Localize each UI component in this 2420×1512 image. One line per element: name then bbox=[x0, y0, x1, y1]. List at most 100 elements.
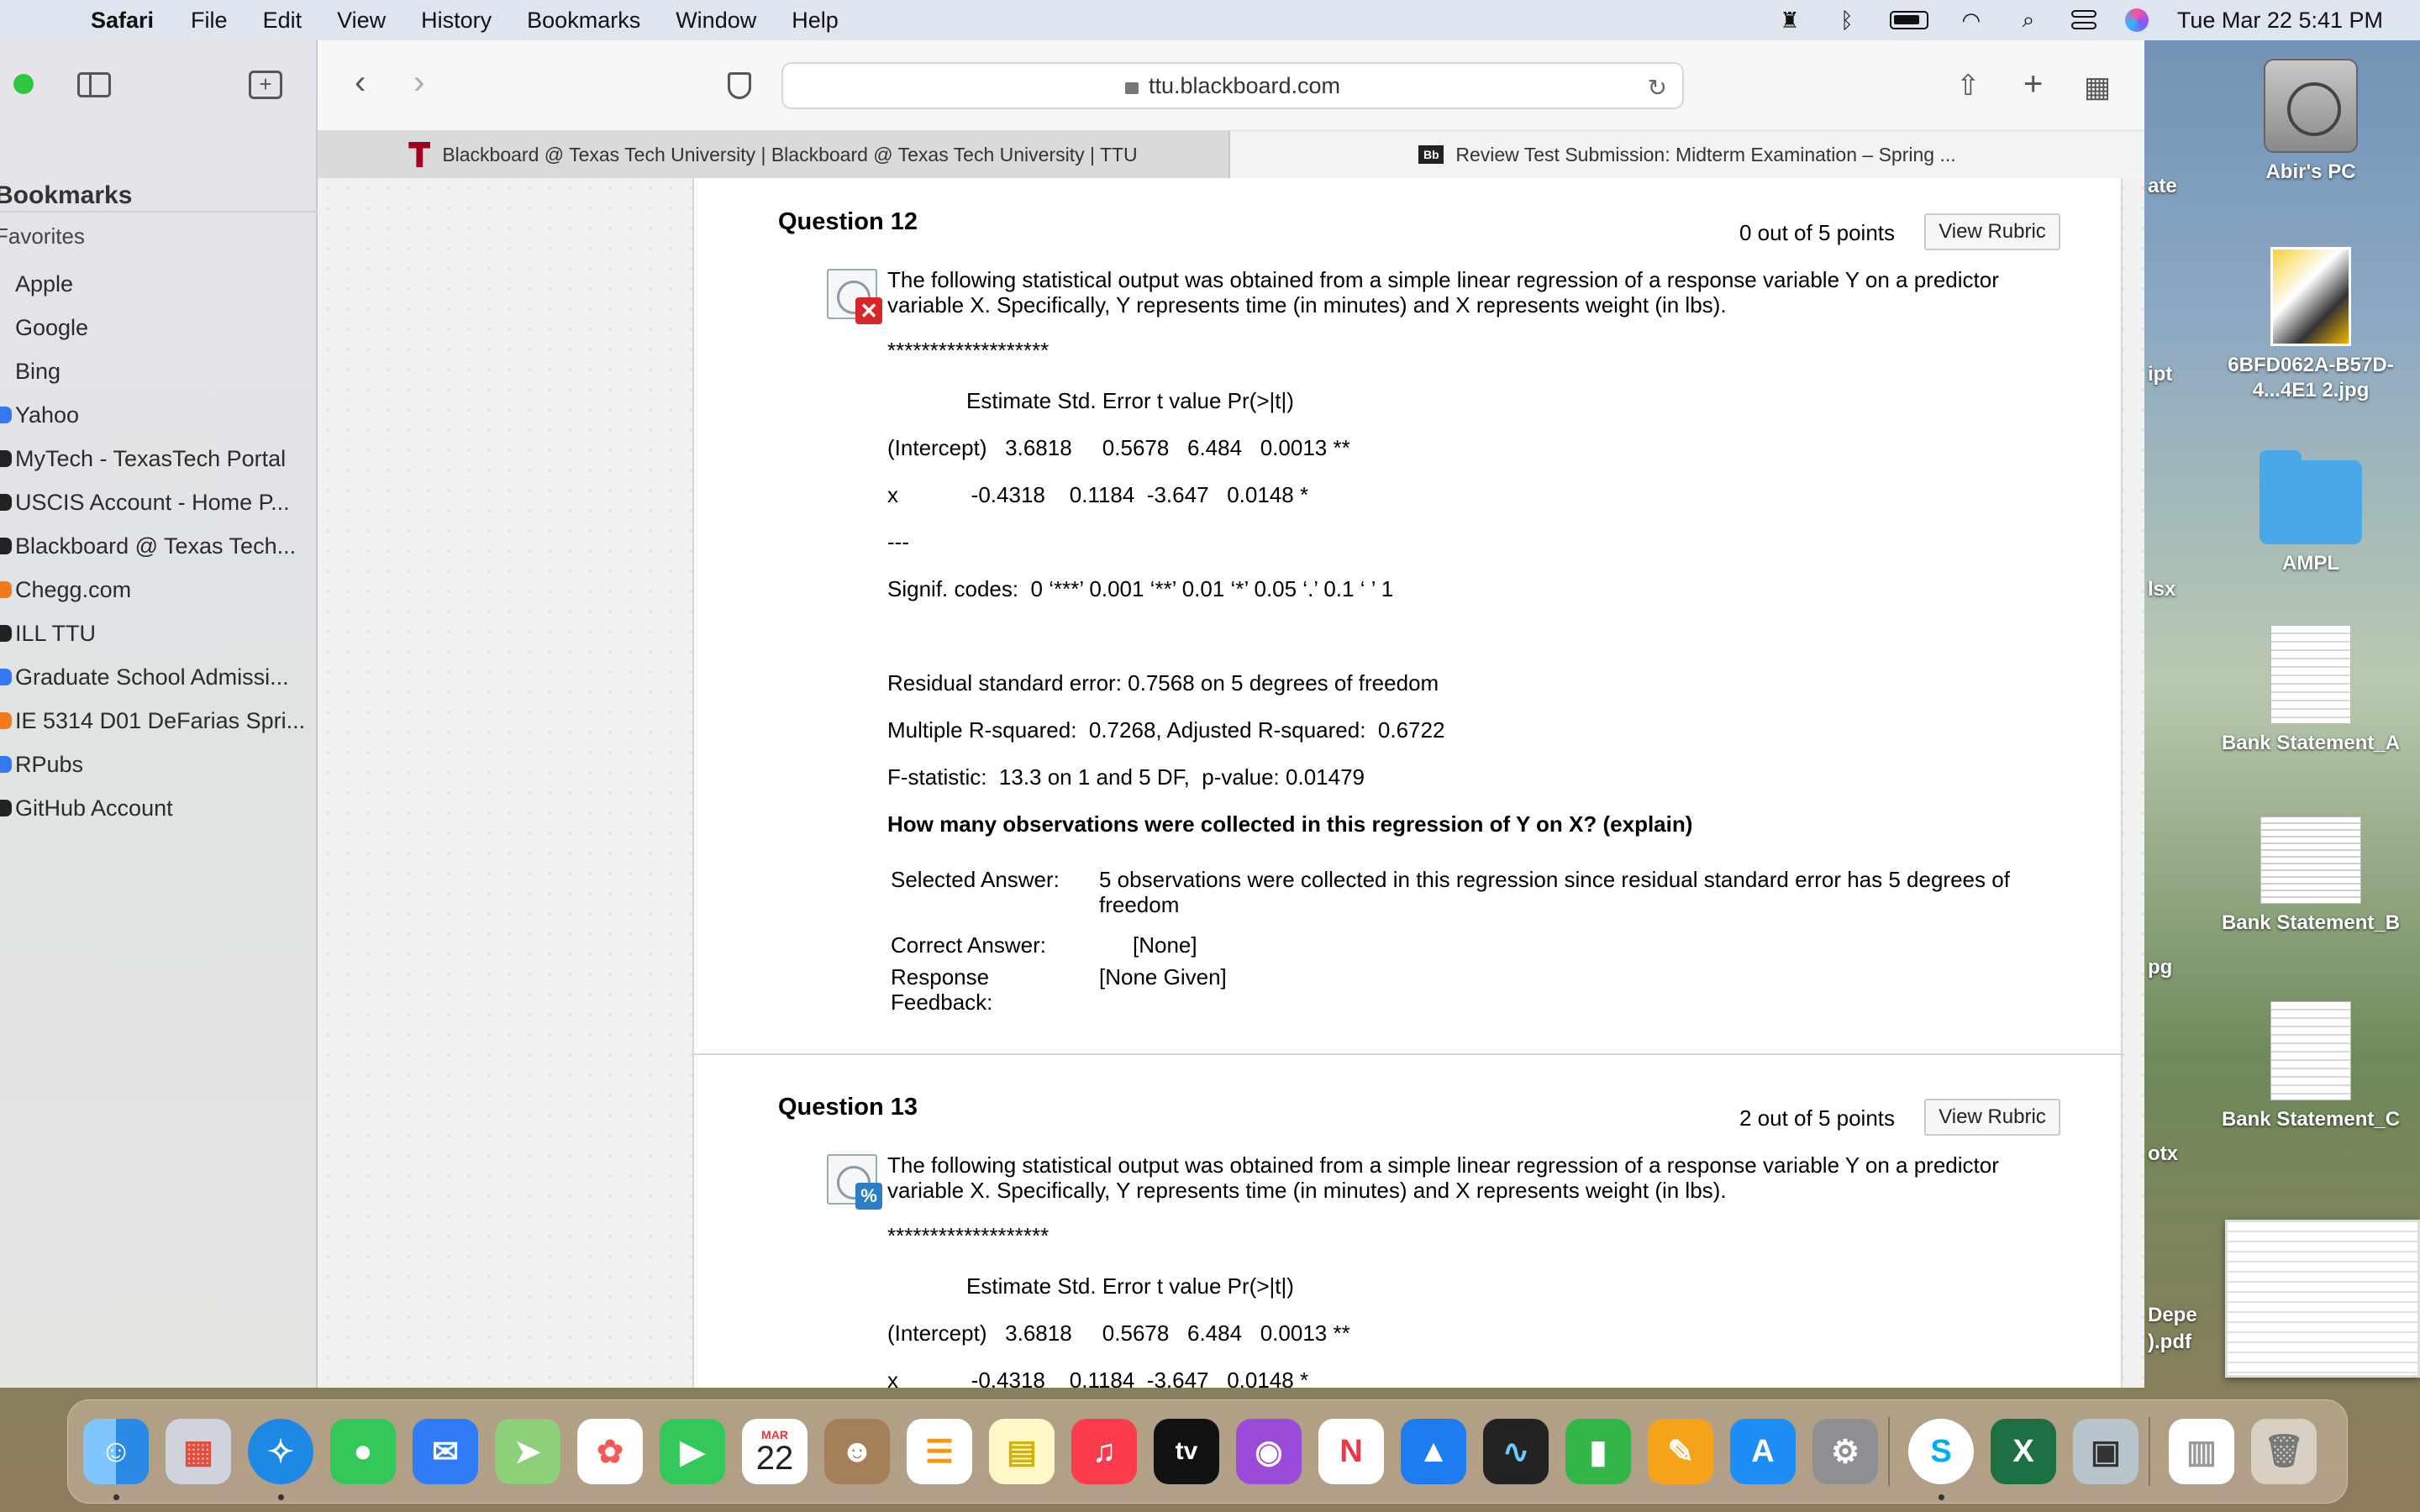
wifi-icon[interactable]: ◠ bbox=[1957, 8, 1986, 33]
menu-clock[interactable]: Tue Mar 22 5:41 PM bbox=[2177, 8, 2383, 34]
excel-icon[interactable]: X bbox=[1991, 1419, 2056, 1484]
bluetooth-icon[interactable]: ᛒ bbox=[1833, 8, 1861, 33]
tab-review-test[interactable]: Bb Review Test Submission: Midterm Exami… bbox=[1230, 131, 2144, 178]
desktop-item-folder[interactable]: AMPL bbox=[2210, 450, 2412, 576]
bookmark-item[interactable]: Google bbox=[0, 306, 318, 349]
skype-icon[interactable]: S bbox=[1908, 1419, 1974, 1484]
launchpad-icon[interactable]: ▦ bbox=[166, 1419, 231, 1484]
menu-app-name[interactable]: Safari bbox=[91, 8, 154, 34]
bookmark-item[interactable]: Blackboard @ Texas Tech... bbox=[0, 524, 318, 568]
desktop-clipped-label[interactable]: pg bbox=[2148, 956, 2172, 979]
system-preferences-icon[interactable]: ⚙ bbox=[1812, 1419, 1878, 1484]
question-12-view-rubric-button[interactable]: View Rubric bbox=[1924, 213, 2060, 250]
menu-bookmarks[interactable]: Bookmarks bbox=[527, 8, 640, 34]
siri-icon[interactable] bbox=[2124, 8, 2149, 32]
desktop-item-bank-statement-b[interactable]: Bank Statement_B bbox=[2210, 816, 2412, 936]
bookmarks-sidebar: + Bookmarks Favorites Apple Google Bing Yah… bbox=[0, 40, 318, 1388]
question-13-view-rubric-button[interactable]: View Rubric bbox=[1924, 1099, 2060, 1136]
podcasts-icon[interactable]: ◉ bbox=[1236, 1419, 1302, 1484]
menu-history[interactable]: History bbox=[421, 8, 492, 34]
app-status-icon[interactable]: ♜ bbox=[1776, 8, 1804, 33]
desktop-item-bank-statement-c[interactable]: Bank Statement_C bbox=[2210, 1001, 2412, 1132]
bookmark-item[interactable]: Graduate School Admissi... bbox=[0, 655, 318, 699]
ttu-logo-icon bbox=[408, 142, 431, 167]
document-icon bbox=[2270, 625, 2351, 724]
calendar-day: 22 bbox=[755, 1440, 794, 1477]
desktop-clipped-label[interactable]: ate bbox=[2148, 175, 2177, 198]
calendar-icon[interactable]: MAR 22 bbox=[742, 1419, 808, 1484]
desktop-item-bank-statement-a[interactable]: Bank Statement_A bbox=[2210, 625, 2412, 756]
news-icon[interactable]: N bbox=[1318, 1419, 1384, 1484]
menu-help[interactable]: Help bbox=[792, 8, 839, 34]
finder-icon[interactable]: ☺ bbox=[83, 1419, 149, 1484]
address-url: ttu.blackboard.com bbox=[1148, 72, 1341, 98]
desktop-clipped-label[interactable]: ipt bbox=[2148, 363, 2172, 386]
back-arrow-icon[interactable]: ‹ bbox=[355, 64, 366, 102]
battery-icon[interactable] bbox=[1889, 11, 1928, 29]
tab-overview-icon[interactable]: ▦ bbox=[2084, 71, 2111, 104]
new-tab-group-icon[interactable]: + bbox=[249, 71, 282, 99]
music-icon[interactable]: ♫ bbox=[1071, 1419, 1137, 1484]
folder-icon bbox=[2260, 450, 2362, 544]
bookmark-item[interactable]: ILL TTU bbox=[0, 612, 318, 655]
desktop-clipped-label[interactable]: Depe bbox=[2148, 1304, 2197, 1327]
safari-icon[interactable]: ✧ bbox=[248, 1419, 313, 1484]
blackboard-logo-icon: Bb bbox=[1418, 145, 1444, 164]
bookmark-item[interactable]: IE 5314 D01 DeFarias Spri... bbox=[0, 699, 318, 743]
address-bar[interactable]: ttu.blackboard.com ↻ bbox=[781, 62, 1684, 109]
bookmark-item[interactable]: MyTech - TexasTech Portal bbox=[0, 437, 318, 480]
output-f-statistic: F-statistic: 13.3 on 1 and 5 DF, p-value… bbox=[887, 764, 1365, 790]
sidebar-toggle-icon[interactable] bbox=[77, 72, 111, 97]
window-zoom-button[interactable] bbox=[13, 74, 34, 94]
menu-window[interactable]: Window bbox=[676, 8, 756, 34]
photos-icon[interactable]: ✿ bbox=[577, 1419, 643, 1484]
bookmark-item[interactable]: Bing bbox=[0, 349, 318, 393]
keynote-icon[interactable]: ▲ bbox=[1401, 1419, 1466, 1484]
maps-icon[interactable]: ➤ bbox=[495, 1419, 560, 1484]
spotlight-search-icon[interactable]: ⌕ bbox=[2014, 7, 2043, 32]
app-store-icon[interactable]: A bbox=[1730, 1419, 1796, 1484]
mail-icon[interactable]: ✉ bbox=[413, 1419, 478, 1484]
bookmark-item[interactable]: GitHub Account bbox=[0, 786, 318, 830]
apple-tv-icon[interactable]: tv bbox=[1154, 1419, 1219, 1484]
bookmark-item[interactable]: Chegg.com bbox=[0, 568, 318, 612]
bookmark-favicon-icon bbox=[0, 407, 12, 423]
trash-icon[interactable]: 🗑 bbox=[2251, 1419, 2317, 1484]
reload-icon[interactable]: ↻ bbox=[1648, 74, 1667, 102]
bookmark-label: USCIS Account - Home P... bbox=[15, 489, 290, 515]
new-tab-icon[interactable]: + bbox=[2023, 66, 2043, 103]
notes-icon[interactable]: ▤ bbox=[989, 1419, 1055, 1484]
desktop-clipped-label[interactable]: ).pdf bbox=[2148, 1331, 2191, 1354]
share-icon[interactable]: ⇧ bbox=[1956, 69, 1981, 102]
preview-icon[interactable]: ▣ bbox=[2073, 1419, 2139, 1484]
bookmark-favicon-icon bbox=[0, 581, 12, 598]
control-center-icon[interactable] bbox=[2070, 10, 2096, 30]
messages-icon[interactable]: ● bbox=[330, 1419, 396, 1484]
bookmark-item[interactable]: USCIS Account - Home P... bbox=[0, 480, 318, 524]
privacy-shield-icon[interactable] bbox=[728, 72, 751, 99]
numbers-icon[interactable]: ▮ bbox=[1565, 1419, 1631, 1484]
facetime-icon[interactable]: ▶ bbox=[660, 1419, 725, 1484]
desktop-item-photo[interactable]: 6BFD062A-B57D-4...4E1 2.jpg bbox=[2210, 247, 2412, 403]
bookmark-item[interactable]: Apple bbox=[0, 262, 318, 306]
tab-blackboard-ttu[interactable]: Blackboard @ Texas Tech University | Bla… bbox=[318, 131, 1230, 178]
screenshot-thumbnail[interactable] bbox=[2225, 1220, 2420, 1378]
stocks-icon[interactable]: ∿ bbox=[1483, 1419, 1549, 1484]
contacts-icon[interactable]: ☻ bbox=[824, 1419, 890, 1484]
desktop-clipped-label[interactable]: otx bbox=[2148, 1142, 2178, 1166]
desktop-clipped-label[interactable]: lsx bbox=[2148, 578, 2175, 601]
tab-label: Blackboard @ Texas Tech University | Bla… bbox=[442, 143, 1138, 165]
menu-edit[interactable]: Edit bbox=[263, 8, 302, 34]
menu-view[interactable]: View bbox=[337, 8, 386, 34]
bookmark-item[interactable]: RPubs bbox=[0, 743, 318, 786]
desktop-item-hard-drive[interactable]: Abir's PC bbox=[2210, 59, 2412, 185]
reminders-icon[interactable]: ☰ bbox=[907, 1419, 972, 1484]
pages-icon[interactable]: ✎ bbox=[1648, 1419, 1713, 1484]
bookmark-item[interactable]: Yahoo bbox=[0, 393, 318, 437]
forward-arrow-icon[interactable]: › bbox=[413, 64, 424, 102]
bookmark-label: MyTech - TexasTech Portal bbox=[15, 445, 287, 471]
menu-file[interactable]: File bbox=[191, 8, 228, 34]
bookmark-label: Chegg.com bbox=[15, 576, 132, 602]
downloads-stack-icon[interactable]: ▥ bbox=[2169, 1419, 2234, 1484]
favorites-section-label[interactable]: Favorites bbox=[0, 223, 85, 249]
